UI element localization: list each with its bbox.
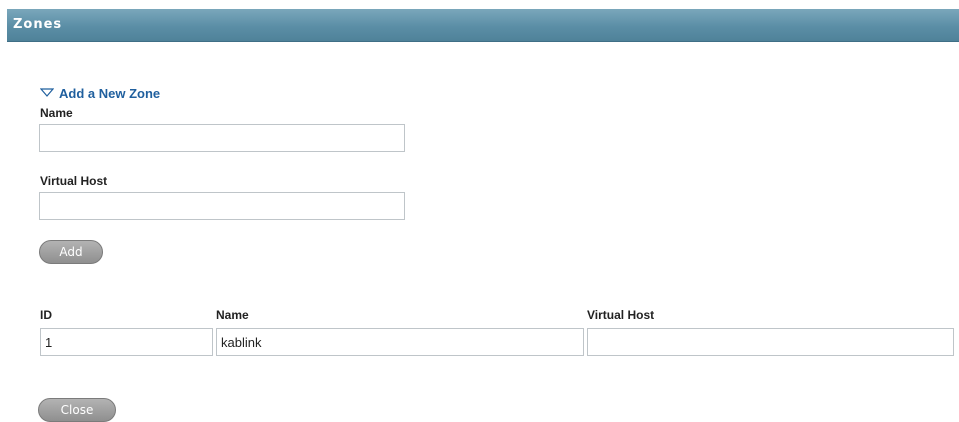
name-label: Name	[40, 106, 73, 120]
column-header-virtual-host: Virtual Host	[587, 308, 655, 322]
zones-title-bar: Zones	[7, 9, 959, 42]
triangle-down-icon	[39, 84, 55, 102]
add-zone-toggle[interactable]: Add a New Zone	[39, 84, 161, 102]
column-header-name: Name	[216, 308, 249, 322]
close-button[interactable]: Close	[38, 398, 116, 422]
virtual-host-label: Virtual Host	[40, 174, 108, 188]
virtual-host-input[interactable]	[39, 192, 405, 220]
add-zone-label: Add a New Zone	[59, 85, 161, 101]
zone-name-cell[interactable]: kablink	[216, 328, 584, 356]
zone-name-input[interactable]	[39, 124, 405, 152]
zone-virtual-host-cell[interactable]	[587, 328, 954, 356]
column-header-id: ID	[40, 308, 52, 322]
add-button[interactable]: Add	[39, 240, 103, 264]
zone-id-cell[interactable]: 1	[40, 328, 213, 356]
page-title: Zones	[13, 17, 63, 32]
